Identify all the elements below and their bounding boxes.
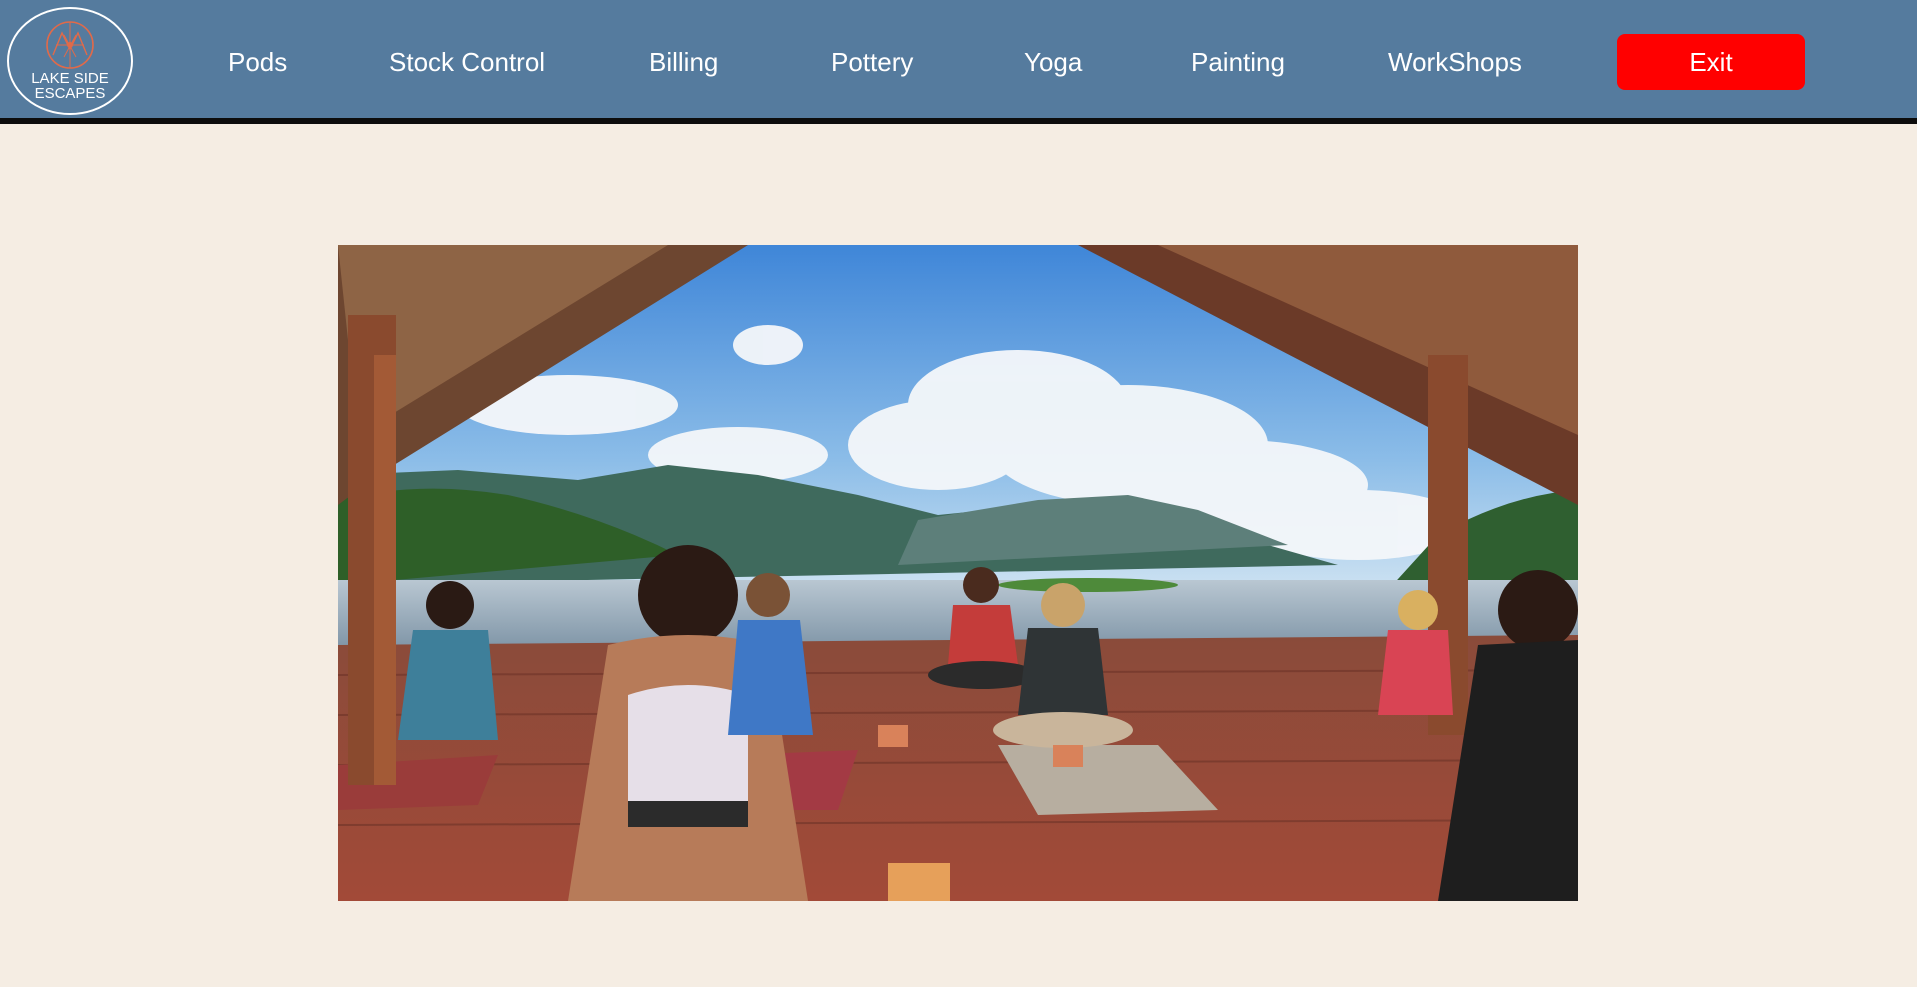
- nav-item-stock-control[interactable]: Stock Control: [389, 44, 545, 80]
- nav-item-billing[interactable]: Billing: [649, 44, 718, 80]
- yoga-lakeside-photo: [338, 245, 1578, 901]
- exit-button[interactable]: Exit: [1617, 34, 1805, 90]
- brand-logo[interactable]: LAKE SIDE ESCAPES: [6, 5, 134, 115]
- nav-item-pods[interactable]: Pods: [228, 44, 287, 80]
- logo-text-line2: ESCAPES: [35, 85, 106, 102]
- nav-item-workshops[interactable]: WorkShops: [1388, 44, 1522, 80]
- hero-image: [338, 245, 1578, 901]
- nav-item-painting[interactable]: Painting: [1191, 44, 1285, 80]
- dreamcatcher-icon: LAKE SIDE ESCAPES: [7, 7, 133, 115]
- nav-item-yoga[interactable]: Yoga: [1024, 44, 1082, 80]
- nav-item-pottery[interactable]: Pottery: [831, 44, 913, 80]
- top-navbar: LAKE SIDE ESCAPES Pods Stock Control Bil…: [0, 0, 1917, 124]
